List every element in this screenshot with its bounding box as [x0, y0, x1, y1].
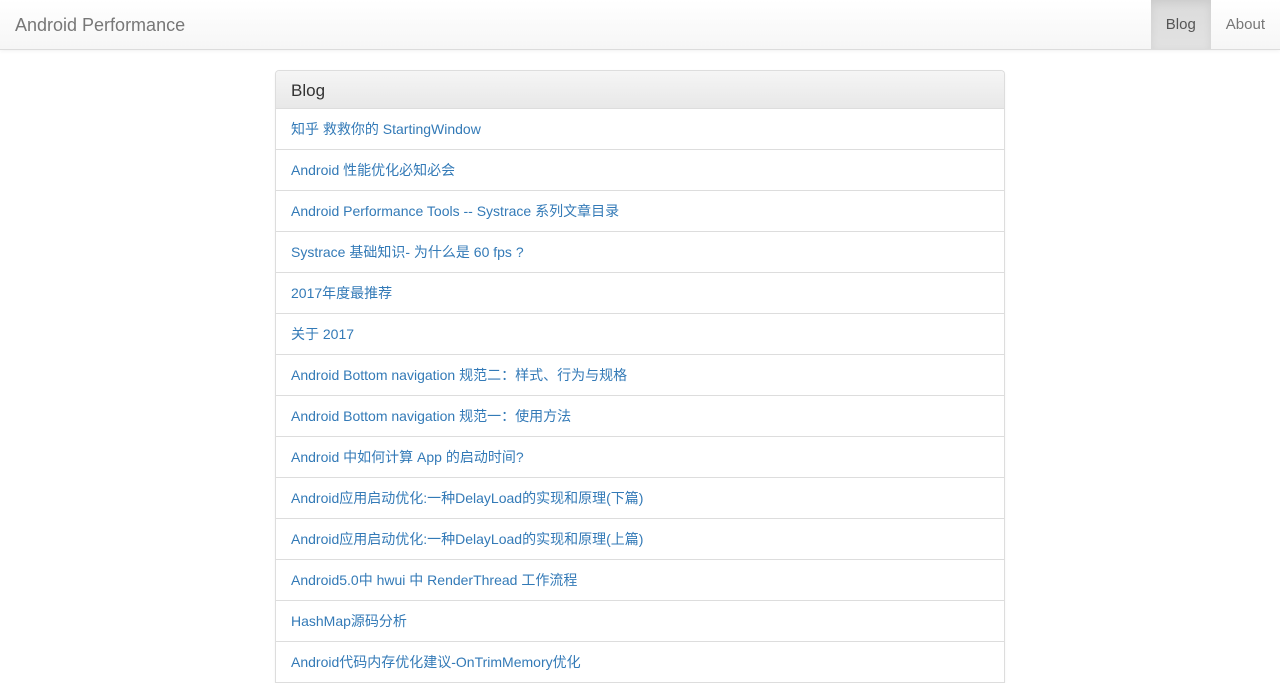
list-item: 2017年度最推荐 [276, 273, 1004, 314]
post-link[interactable]: 关于 2017 [291, 326, 354, 342]
post-link[interactable]: Android应用启动优化:一种DelayLoad的实现和原理(下篇) [291, 490, 643, 506]
post-link[interactable]: Android 性能优化必知必会 [291, 162, 455, 178]
post-link[interactable]: Systrace 基础知识- 为什么是 60 fps ? [291, 244, 524, 260]
list-item: Android 中如何计算 App 的启动时间? [276, 437, 1004, 478]
list-item: 关于 2017 [276, 314, 1004, 355]
post-link[interactable]: Android Bottom navigation 规范二：样式、行为与规格 [291, 367, 627, 383]
main-nav: Blog About [1150, 0, 1280, 49]
post-link[interactable]: 知乎 救救你的 StartingWindow [291, 121, 481, 137]
panel-heading: Blog [276, 71, 1004, 109]
post-list: 知乎 救救你的 StartingWindow Android 性能优化必知必会 … [276, 109, 1004, 683]
nav-link-blog[interactable]: Blog [1150, 0, 1211, 49]
panel-title: Blog [291, 81, 326, 100]
post-link[interactable]: 2017年度最推荐 [291, 285, 392, 301]
post-link[interactable]: Android Bottom navigation 规范一：使用方法 [291, 408, 571, 424]
post-link[interactable]: HashMap源码分析 [291, 613, 407, 629]
list-item: 知乎 救救你的 StartingWindow [276, 109, 1004, 150]
post-link[interactable]: Android应用启动优化:一种DelayLoad的实现和原理(上篇) [291, 531, 643, 547]
post-link[interactable]: Android5.0中 hwui 中 RenderThread 工作流程 [291, 572, 577, 588]
nav-link-about[interactable]: About [1211, 0, 1280, 49]
list-item: Android Bottom navigation 规范二：样式、行为与规格 [276, 355, 1004, 396]
post-link[interactable]: Android Performance Tools -- Systrace 系列… [291, 203, 619, 219]
blog-panel: Blog 知乎 救救你的 StartingWindow Android 性能优化… [275, 70, 1005, 683]
top-navbar: Android Performance Blog About [0, 0, 1280, 50]
list-item: Systrace 基础知识- 为什么是 60 fps ? [276, 232, 1004, 273]
list-item: HashMap源码分析 [276, 601, 1004, 642]
post-link[interactable]: Android 中如何计算 App 的启动时间? [291, 449, 524, 465]
brand-link[interactable]: Android Performance [15, 0, 185, 50]
list-item: Android应用启动优化:一种DelayLoad的实现和原理(下篇) [276, 478, 1004, 519]
list-item: Android Performance Tools -- Systrace 系列… [276, 191, 1004, 232]
list-item: Android Bottom navigation 规范一：使用方法 [276, 396, 1004, 437]
list-item: Android5.0中 hwui 中 RenderThread 工作流程 [276, 560, 1004, 601]
list-item: Android 性能优化必知必会 [276, 150, 1004, 191]
post-link[interactable]: Android代码内存优化建议-OnTrimMemory优化 [291, 654, 581, 670]
list-item: Android应用启动优化:一种DelayLoad的实现和原理(上篇) [276, 519, 1004, 560]
